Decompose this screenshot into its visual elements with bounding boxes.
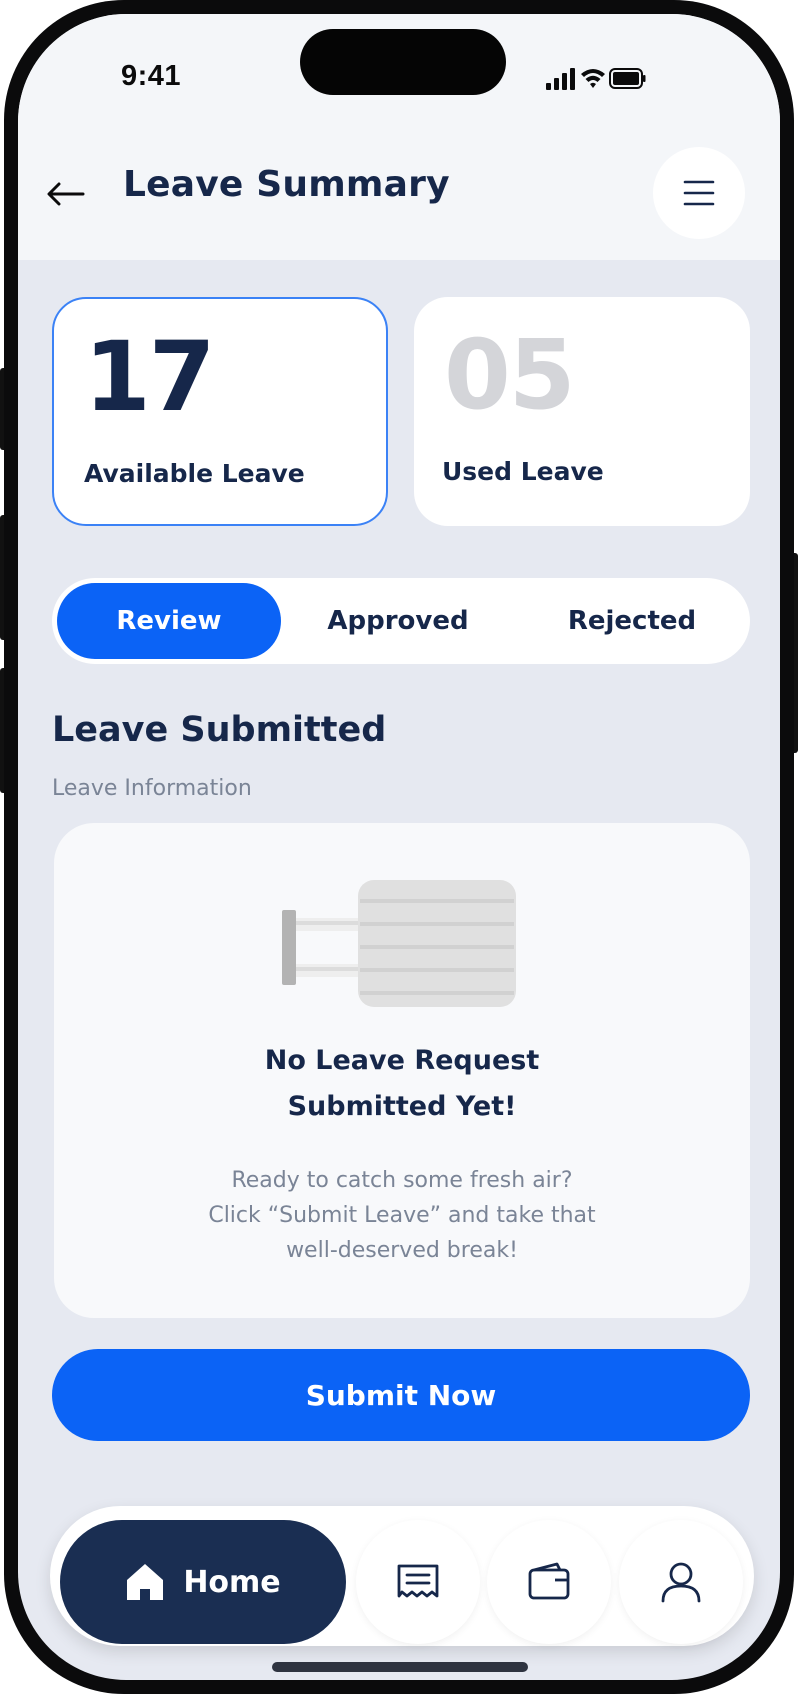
nav-home[interactable]: Home xyxy=(60,1520,346,1644)
home-icon xyxy=(127,1564,164,1600)
empty-state-desc-line2: Click “Submit Leave” and take that xyxy=(208,1203,596,1228)
section-subtitle: Leave Information xyxy=(52,776,252,801)
status-time: 9:41 xyxy=(121,60,182,92)
used-leave-card[interactable]: 05 Used Leave xyxy=(414,297,750,526)
empty-state-description: Ready to catch some fresh air? Click “Su… xyxy=(54,1163,750,1268)
available-leave-count: 17 xyxy=(84,321,216,433)
tab-rejected[interactable]: Rejected xyxy=(522,583,742,659)
empty-state-title: No Leave Request Submitted Yet! xyxy=(54,1038,750,1130)
empty-state-desc-line1: Ready to catch some fresh air? xyxy=(231,1168,573,1193)
used-leave-label: Used Leave xyxy=(442,457,604,486)
home-indicator xyxy=(272,1662,528,1672)
dynamic-island xyxy=(300,29,506,95)
empty-state-title-line2: Submitted Yet! xyxy=(287,1091,517,1122)
available-leave-card[interactable]: 17 Available Leave xyxy=(52,297,388,526)
profile-icon xyxy=(661,1562,701,1603)
suitcase-illustration-icon xyxy=(282,880,516,1007)
wifi-icon xyxy=(581,69,605,88)
phone-frame: 9:41 Leave Summary 17 Available Leave 05… xyxy=(4,0,794,1694)
empty-state-card: No Leave Request Submitted Yet! Ready to… xyxy=(54,823,750,1318)
submit-now-button[interactable]: Submit Now xyxy=(52,1349,750,1441)
section-title: Leave Submitted xyxy=(52,710,387,750)
cellular-signal-icon xyxy=(546,68,575,90)
empty-state-desc-line3: well-deserved break! xyxy=(286,1238,518,1263)
available-leave-label: Available Leave xyxy=(84,459,305,488)
hamburger-menu-icon xyxy=(683,180,715,206)
back-button[interactable] xyxy=(44,172,88,216)
status-tabs: Review Approved Rejected xyxy=(52,578,750,664)
receipt-icon xyxy=(397,1564,439,1598)
empty-state-title-line1: No Leave Request xyxy=(264,1045,540,1076)
screen: 9:41 Leave Summary 17 Available Leave 05… xyxy=(18,14,780,1680)
wallet-icon xyxy=(528,1562,570,1600)
page-title: Leave Summary xyxy=(123,164,450,205)
nav-requests[interactable] xyxy=(356,1520,480,1644)
nav-profile[interactable] xyxy=(619,1520,743,1644)
used-leave-count: 05 xyxy=(444,319,576,431)
menu-button[interactable] xyxy=(653,147,745,239)
tab-approved[interactable]: Approved xyxy=(288,583,508,659)
status-icons xyxy=(546,68,646,90)
arrow-left-icon xyxy=(47,182,85,206)
battery-icon xyxy=(609,68,646,89)
nav-wallet[interactable] xyxy=(487,1520,611,1644)
tab-review[interactable]: Review xyxy=(57,583,281,659)
top-bar: 9:41 Leave Summary xyxy=(18,14,780,260)
nav-home-label: Home xyxy=(183,1564,281,1600)
bottom-nav: Home xyxy=(50,1506,754,1646)
